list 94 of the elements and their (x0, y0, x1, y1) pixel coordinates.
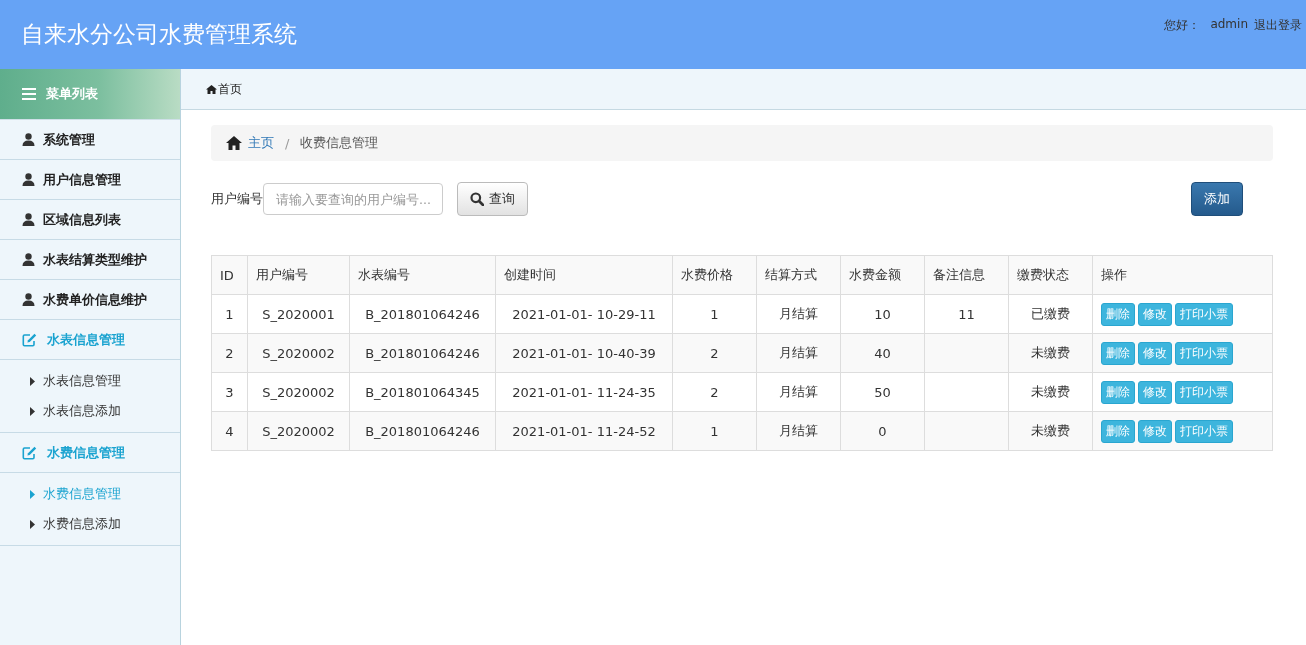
table-cell: 2021-01-01- 11-24-35 (495, 372, 673, 412)
caret-icon (30, 489, 35, 499)
table-cell: 2 (672, 333, 757, 373)
table-cell: B_201801064345 (349, 372, 496, 412)
table-cell: 4 (211, 411, 248, 451)
column-header: 备注信息 (924, 255, 1009, 295)
table-cell: 2 (672, 372, 757, 412)
table-cell: 未缴费 (1008, 333, 1093, 373)
sidebar-item[interactable]: 用户信息管理 (0, 160, 180, 200)
search-field[interactable]: 请输入要查询的用户编号... (263, 183, 443, 215)
table-cell: S_2020002 (247, 372, 350, 412)
sidebar-group[interactable]: 水表信息管理 (0, 320, 180, 360)
action-button[interactable]: 打印小票 (1175, 302, 1233, 326)
sidebar-subitem[interactable]: 水费信息管理 (0, 479, 180, 509)
column-header: 用户编号 (247, 255, 350, 295)
sidebar-item[interactable]: 水表结算类型维护 (0, 240, 180, 280)
table-cell: 1 (672, 294, 757, 334)
table-cell: 3 (211, 372, 248, 412)
caret-icon (30, 376, 35, 386)
action-button[interactable]: 删除 (1101, 341, 1135, 365)
sidebar-subitem[interactable]: 水表信息添加 (0, 396, 180, 426)
table-cell: 已缴费 (1008, 294, 1093, 334)
action-button[interactable]: 打印小票 (1175, 380, 1233, 404)
action-button[interactable]: 修改 (1138, 380, 1172, 404)
action-button[interactable]: 修改 (1138, 341, 1172, 365)
home-tab[interactable]: 首页 (206, 80, 242, 98)
table-cell: 2 (211, 333, 248, 373)
home-icon (206, 84, 217, 94)
logout-link[interactable]: 退出登录 (1254, 17, 1302, 34)
search-icon (470, 192, 484, 206)
greeting-text: 您好： (1164, 17, 1201, 34)
sidebar-title: 菜单列表 (46, 85, 98, 103)
table-cell: 2021-01-01- 10-40-39 (495, 333, 673, 373)
edit-icon (22, 445, 37, 460)
sidebar-subitem[interactable]: 水费信息添加 (0, 509, 180, 539)
user-icon (22, 253, 35, 266)
table-cell: 11 (924, 294, 1009, 334)
search-button[interactable]: 查询 (457, 182, 528, 216)
action-button[interactable]: 删除 (1101, 380, 1135, 404)
table-cell: 0 (840, 411, 925, 451)
list-icon (22, 88, 36, 100)
table-cell: 2021-01-01- 11-24-52 (495, 411, 673, 451)
user-icon (22, 293, 35, 306)
table-cell: S_2020002 (247, 333, 350, 373)
user-name: admin (1210, 17, 1248, 33)
table-cell: 月结算 (756, 294, 841, 334)
table-cell: 40 (840, 333, 925, 373)
column-header: 创建时间 (495, 255, 673, 295)
edit-icon (22, 332, 37, 347)
table-cell: 1 (211, 294, 248, 334)
column-header: ID (211, 255, 248, 295)
table-cell: B_201801064246 (349, 333, 496, 373)
table-cell: 10 (840, 294, 925, 334)
table-cell: S_2020001 (247, 294, 350, 334)
table-cell: B_201801064246 (349, 411, 496, 451)
caret-icon (30, 406, 35, 416)
sidebar-item[interactable]: 水费单价信息维护 (0, 280, 180, 320)
column-header: 水费金额 (840, 255, 925, 295)
table-cell: 未缴费 (1008, 372, 1093, 412)
table-cell: B_201801064246 (349, 294, 496, 334)
user-icon (22, 133, 35, 146)
breadcrumb-separator: / (285, 135, 290, 151)
action-button[interactable]: 修改 (1138, 419, 1172, 443)
home-icon (226, 136, 242, 150)
sidebar-item[interactable]: 系统管理 (0, 120, 180, 160)
table-cell: 月结算 (756, 333, 841, 373)
user-icon (22, 173, 35, 186)
app-title: 自来水分公司水费管理系统 (20, 20, 297, 49)
search-label: 用户编号 (211, 190, 263, 208)
action-button[interactable]: 打印小票 (1175, 419, 1233, 443)
sidebar-group[interactable]: 水费信息管理 (0, 433, 180, 473)
action-button[interactable]: 打印小票 (1175, 341, 1233, 365)
table-cell: S_2020002 (247, 411, 350, 451)
user-icon (22, 213, 35, 226)
action-button[interactable]: 删除 (1101, 302, 1135, 326)
sidebar-item[interactable]: 区域信息列表 (0, 200, 180, 240)
column-header: 结算方式 (756, 255, 841, 295)
sidebar-subitem[interactable]: 水表信息管理 (0, 366, 180, 396)
column-header: 缴费状态 (1008, 255, 1093, 295)
breadcrumb-current: 收费信息管理 (300, 134, 379, 152)
table-cell: 1 (672, 411, 757, 451)
table-cell: 月结算 (756, 372, 841, 412)
table-cell: 2021-01-01- 10-29-11 (495, 294, 673, 334)
action-button[interactable]: 修改 (1138, 302, 1172, 326)
table-cell: 未缴费 (1008, 411, 1093, 451)
add-button[interactable]: 添加 (1191, 182, 1243, 216)
action-button[interactable]: 删除 (1101, 419, 1135, 443)
table-cell: 月结算 (756, 411, 841, 451)
breadcrumb-link[interactable]: 主页 (248, 134, 274, 152)
column-header: 水费价格 (672, 255, 757, 295)
caret-icon (30, 519, 35, 529)
column-header: 操作 (1092, 255, 1273, 295)
table-cell: 50 (840, 372, 925, 412)
column-header: 水表编号 (349, 255, 496, 295)
